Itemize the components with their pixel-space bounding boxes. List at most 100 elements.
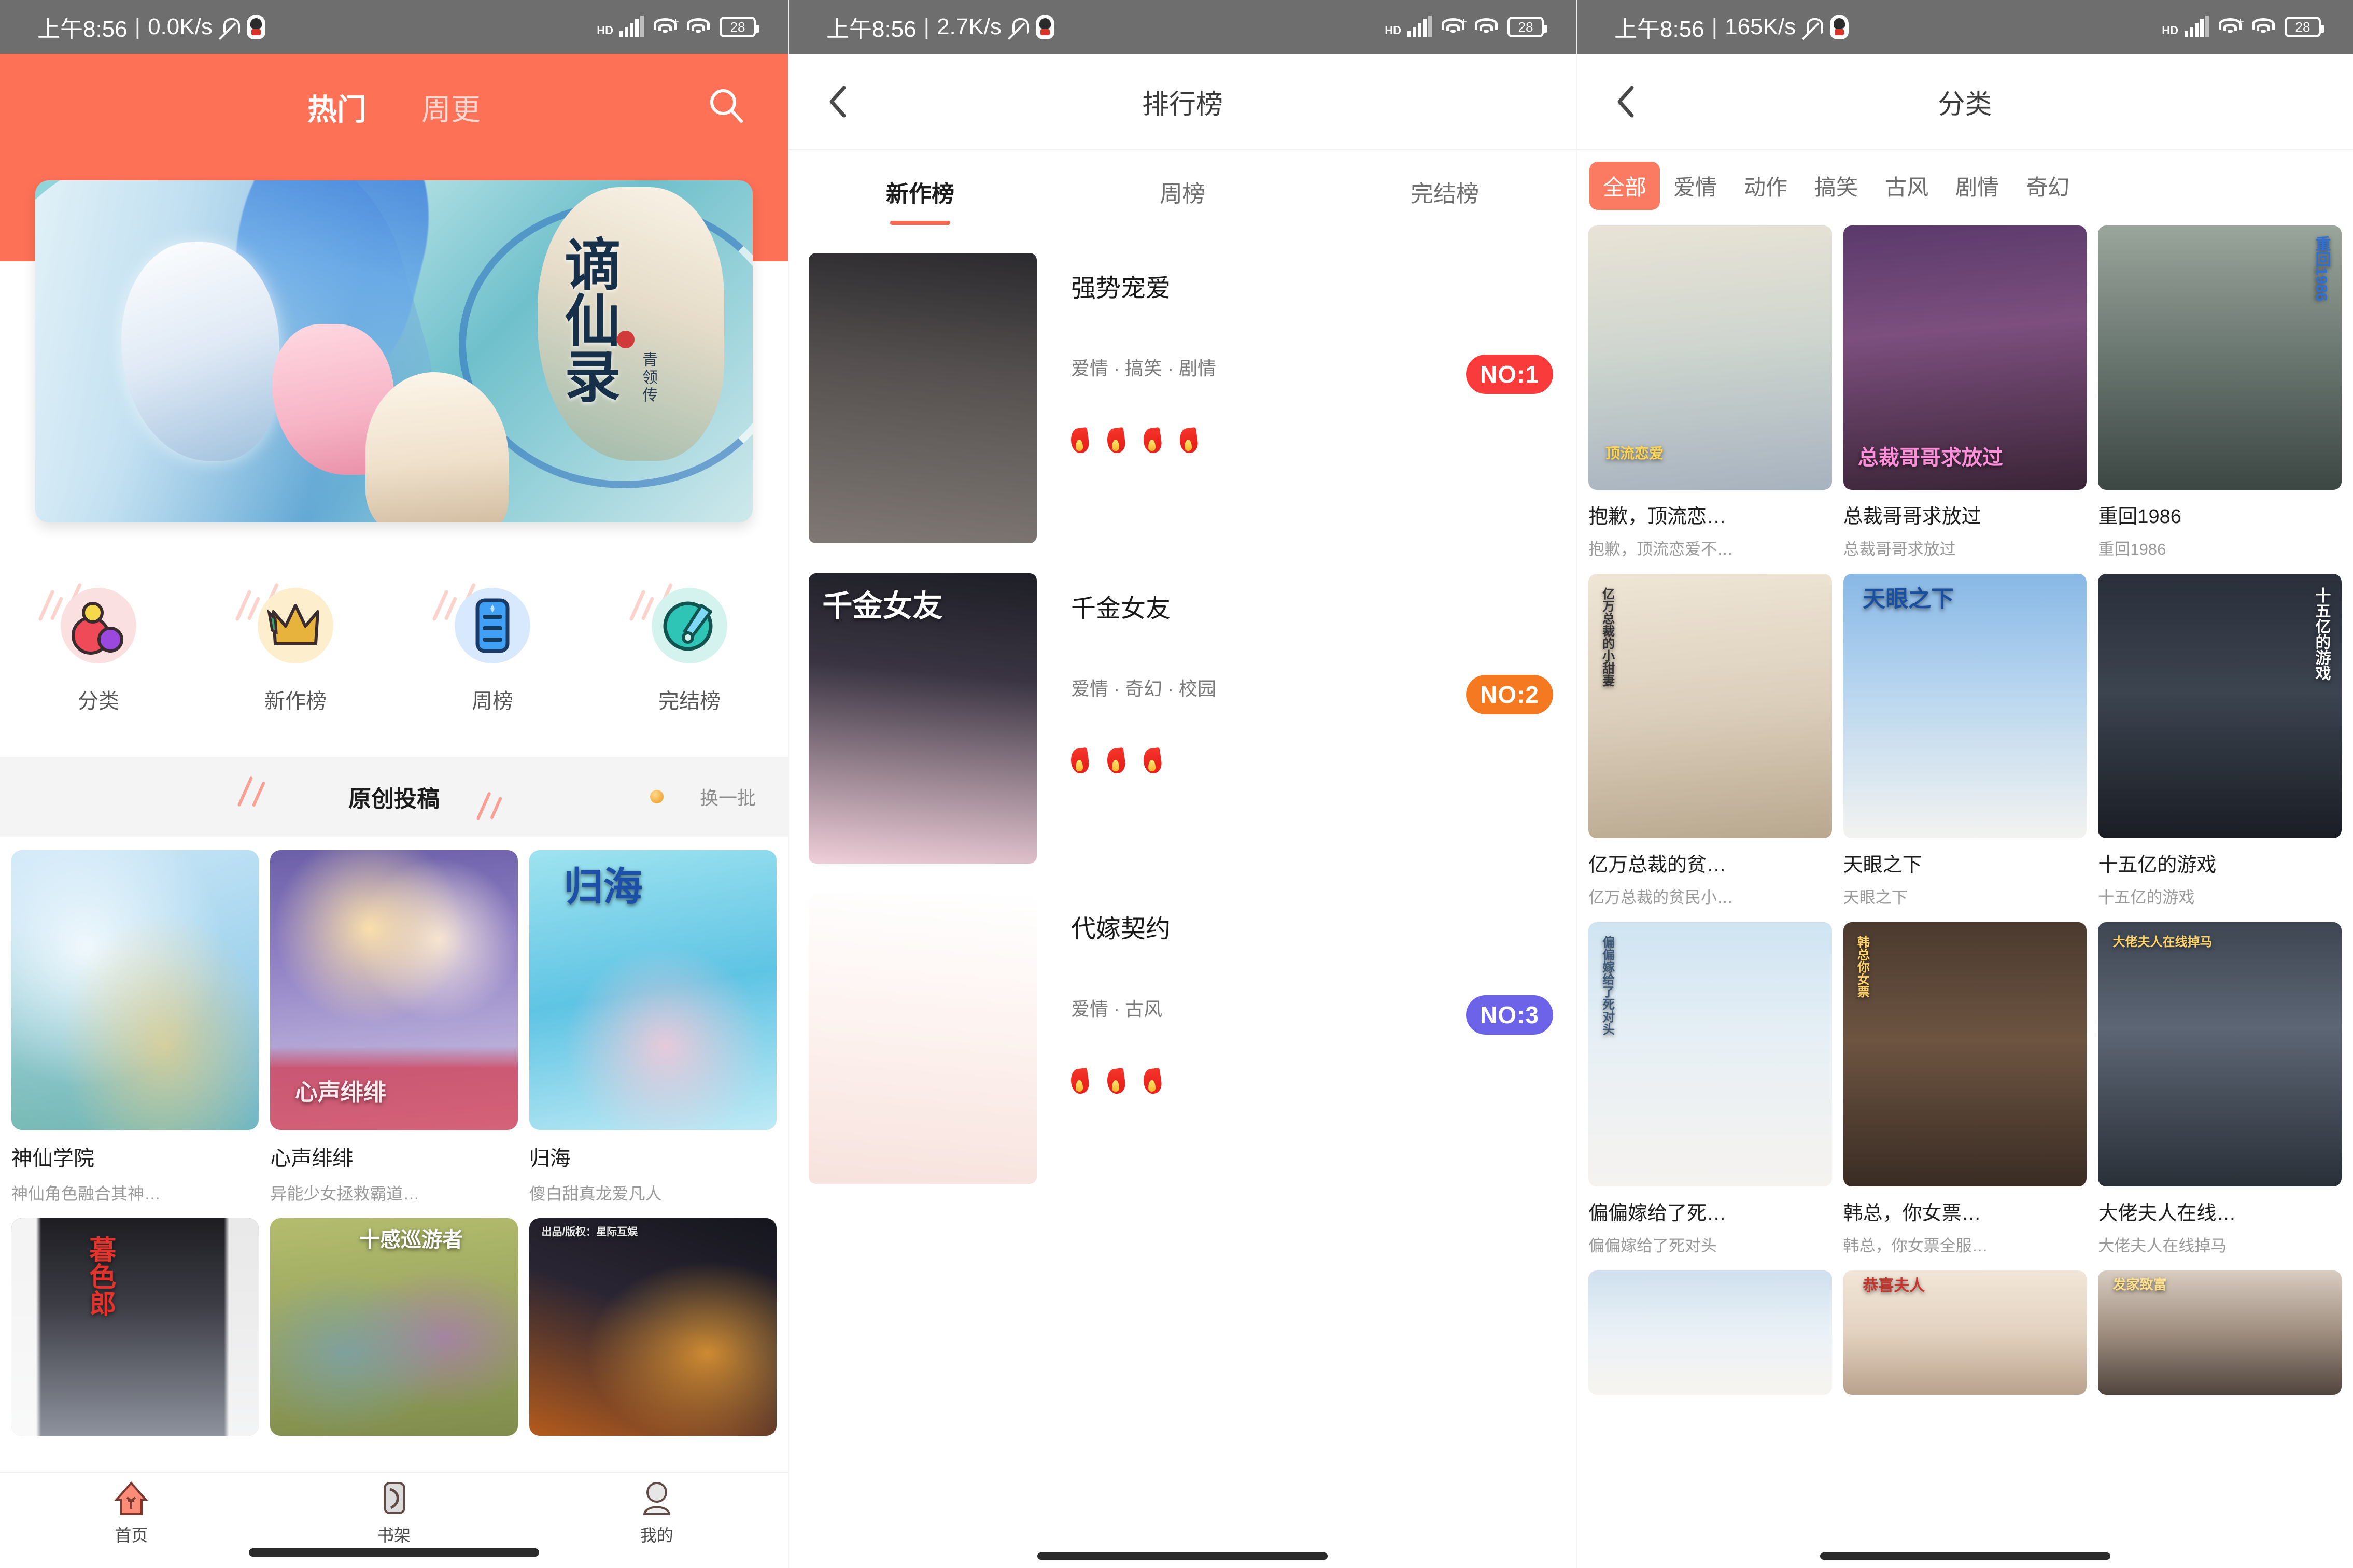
home-tabs: 热门 周更	[307, 86, 481, 129]
banner-carousel[interactable]: 谪仙录 青领传	[0, 180, 788, 522]
tabbar-item-home[interactable]: 首页	[64, 1480, 199, 1546]
chevron-left-icon[interactable]	[1608, 83, 1644, 120]
comic-card[interactable]: 顶流恋爱 抱歉，顶流恋… 抱歉，顶流恋爱不…	[1588, 225, 1832, 559]
tabbar-item-profile[interactable]: 我的	[589, 1480, 724, 1546]
comic-card[interactable]: 出品/版权：星际互娱	[529, 1218, 777, 1436]
status-separator: |	[134, 14, 141, 39]
comic-cover[interactable]: 偏偏嫁给了死对头	[1588, 922, 1832, 1186]
comic-card[interactable]: 天眼之下 天眼之下 天眼之下	[1843, 574, 2087, 908]
comic-card[interactable]: 恭喜夫人	[1843, 1270, 2087, 1395]
comic-cover[interactable]: 心声绯绯	[270, 850, 518, 1130]
comic-desc: 十五亿的游戏	[2098, 888, 2195, 907]
quick-entry-finished-rank[interactable]: 完结榜	[627, 583, 752, 714]
tab-new-rank[interactable]: 新作榜	[789, 175, 1051, 208]
comic-cover[interactable]: 韩总你女票	[1843, 922, 2087, 1186]
comic-card[interactable]: 暮色郎	[11, 1218, 259, 1436]
comic-cover[interactable]: 暮色郎	[11, 1218, 259, 1436]
comic-card[interactable]: 偏偏嫁给了死对头 偏偏嫁给了死… 偏偏嫁给了死对头	[1588, 922, 1832, 1256]
status-separator: |	[923, 14, 930, 39]
flame-icon	[1105, 1067, 1127, 1095]
rank-cover[interactable]	[809, 253, 1037, 543]
rank-info: 千金女友 爱情 · 奇幻 · 校园	[1037, 573, 1556, 775]
comic-title: 天眼之下	[1843, 854, 1922, 876]
chip-action[interactable]: 动作	[1730, 162, 1801, 210]
status-right-2: HD + 28	[1385, 16, 1547, 37]
comic-cover[interactable]: 重回1986	[2098, 225, 2342, 490]
comic-card[interactable]: 心声绯绯 心声绯绯 异能少女拯救霸道…	[270, 850, 518, 1205]
page-title: 分类	[1938, 89, 1992, 120]
status-net-speed: 0.0K/s	[148, 14, 213, 39]
comic-cover[interactable]	[1588, 1270, 1832, 1395]
quick-entry-weekly-rank[interactable]: 周榜	[430, 583, 555, 714]
rank-title: 千金女友	[1071, 595, 1171, 623]
chip-drama[interactable]: 剧情	[1942, 162, 2012, 210]
comic-card[interactable]: 总裁哥哥求放过 总裁哥哥求放过 总裁哥哥求放过	[1843, 225, 2087, 559]
comic-cover[interactable]: 天眼之下	[1843, 574, 2087, 838]
search-icon[interactable]	[707, 86, 745, 124]
quick-entry-new-rank[interactable]: 新作榜	[233, 583, 358, 714]
rank-cover[interactable]	[809, 894, 1037, 1184]
tab-hot[interactable]: 热门	[307, 86, 367, 129]
quick-entry-label: 周榜	[472, 690, 513, 713]
flame-icon	[1069, 747, 1091, 775]
comic-cover[interactable]: 大佬夫人在线掉马	[2098, 922, 2342, 1186]
banner-image[interactable]: 谪仙录 青领传	[35, 180, 753, 522]
comic-desc: 天眼之下	[1843, 888, 1908, 907]
tab-finished-rank[interactable]: 完结榜	[1314, 175, 1576, 208]
decor-slash-section-right	[476, 791, 529, 835]
qq-icon	[246, 15, 265, 39]
comic-card[interactable]	[1588, 1270, 1832, 1395]
tabbar-item-bookshelf[interactable]: 书架	[327, 1480, 461, 1546]
chip-romance[interactable]: 爱情	[1660, 162, 1730, 210]
bookshelf-icon	[375, 1480, 413, 1517]
chip-comedy[interactable]: 搞笑	[1801, 162, 1871, 210]
comic-cover[interactable]: 发家致富	[2098, 1270, 2342, 1395]
wifi-icon	[686, 17, 710, 37]
rank-cover[interactable]: 千金女友	[809, 573, 1037, 864]
tab-weekly-rank[interactable]: 周榜	[1051, 175, 1314, 208]
comic-card[interactable]: 重回1986 重回1986 重回1986	[2098, 225, 2342, 559]
heat-flames	[1069, 1067, 1556, 1095]
comic-cover[interactable]: 归海	[529, 850, 777, 1130]
rank-badge: NO:1	[1466, 355, 1553, 394]
quick-entry-category[interactable]: 分类	[36, 583, 161, 714]
comic-cover[interactable]: 十五亿的游戏	[2098, 574, 2342, 838]
comic-cover[interactable]: 亿万总裁的小甜妻	[1588, 574, 1832, 838]
refresh-batch-button[interactable]: 换一批	[650, 783, 756, 810]
tab-weekly-update[interactable]: 周更	[421, 86, 481, 129]
rank-row[interactable]: 强势宠爱 爱情 · 搞笑 · 剧情 NO:1	[789, 253, 1576, 573]
cover-art-text: 千金女友	[822, 589, 943, 623]
comic-cover[interactable]: 恭喜夫人	[1843, 1270, 2087, 1395]
status-bar-1: 上午8:56 | 0.0K/s HD + 28	[0, 0, 788, 54]
comic-card[interactable]: 神仙学院 神仙角色融合其神…	[11, 850, 259, 1205]
comic-card[interactable]: 十五亿的游戏 十五亿的游戏 十五亿的游戏	[2098, 574, 2342, 908]
rank-row[interactable]: 代嫁契约 爱情 · 古风 NO:3	[789, 894, 1576, 1214]
comic-card[interactable]: 十感巡游者	[270, 1218, 518, 1436]
comic-card[interactable]: 发家致富	[2098, 1270, 2342, 1395]
battery-icon: 28	[720, 17, 759, 37]
comic-card[interactable]: 亿万总裁的小甜妻 亿万总裁的贫… 亿万总裁的贫民小…	[1588, 574, 1832, 908]
comic-cover[interactable]: 出品/版权：星际互娱	[529, 1218, 777, 1436]
gold-dot-icon	[650, 790, 664, 803]
wifi-icon	[1474, 17, 1498, 37]
chip-ancient[interactable]: 古风	[1871, 162, 1942, 210]
chevron-left-icon[interactable]	[820, 83, 856, 120]
comic-desc: 总裁哥哥求放过	[1843, 540, 1956, 558]
comic-desc: 傻白甜真龙爱凡人	[529, 1184, 662, 1203]
comic-card[interactable]: 归海 归海 傻白甜真龙爱凡人	[529, 850, 777, 1205]
comic-cover[interactable]	[11, 850, 259, 1130]
status-time: 上午8:56	[37, 17, 128, 42]
ranking-tabs: 新作榜 周榜 完结榜	[789, 150, 1576, 233]
comic-card[interactable]: 韩总你女票 韩总，你女票… 韩总，你女票全服…	[1843, 922, 2087, 1256]
comic-cover[interactable]: 十感巡游者	[270, 1218, 518, 1436]
comic-cover[interactable]: 总裁哥哥求放过	[1843, 225, 2087, 490]
comic-desc: 韩总，你女票全服…	[1843, 1237, 1988, 1255]
comic-title: 十五亿的游戏	[2098, 854, 2217, 876]
rank-row[interactable]: 千金女友 千金女友 爱情 · 奇幻 · 校园 NO:2	[789, 573, 1576, 894]
status-right-1: HD + 28	[597, 16, 759, 37]
comic-card[interactable]: 大佬夫人在线掉马 大佬夫人在线… 大佬夫人在线掉马	[2098, 922, 2342, 1256]
comic-cover[interactable]: 顶流恋爱	[1588, 225, 1832, 490]
chip-fantasy[interactable]: 奇幻	[2012, 162, 2083, 210]
chip-all[interactable]: 全部	[1589, 162, 1660, 210]
comic-title: 总裁哥哥求放过	[1843, 506, 1981, 528]
